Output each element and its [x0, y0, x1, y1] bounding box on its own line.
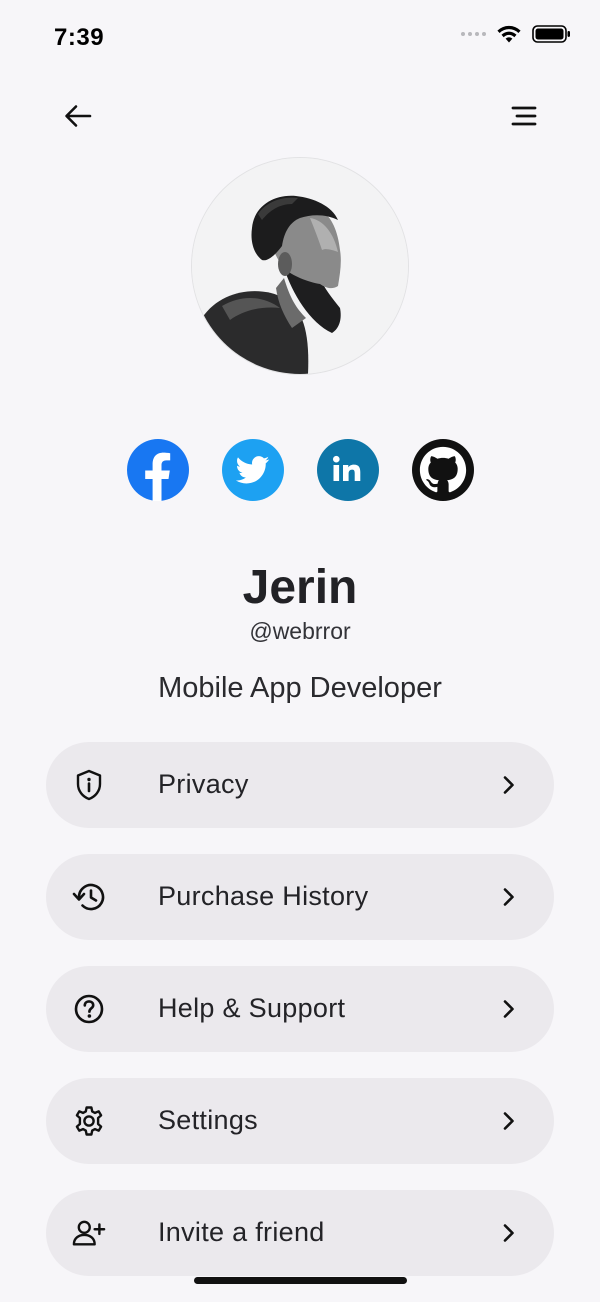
chevron-right-icon	[498, 886, 520, 908]
linkedin-button[interactable]	[316, 439, 379, 501]
chevron-right-icon	[498, 998, 520, 1020]
menu-item-purchase-history[interactable]: Purchase History	[46, 854, 554, 940]
status-bar: 7:39	[0, 0, 600, 76]
facebook-button[interactable]	[126, 439, 189, 501]
back-button[interactable]	[58, 98, 98, 134]
menu-item-privacy[interactable]: Privacy	[46, 742, 554, 828]
menu-item-label: Purchase History	[158, 881, 369, 911]
profile-role: Mobile App Developer	[158, 672, 442, 704]
menu-item-invite-friend[interactable]: Invite a friend	[46, 1190, 554, 1276]
help-circle-icon	[72, 992, 106, 1026]
twitter-icon	[235, 456, 269, 484]
menu-item-label: Settings	[158, 1105, 258, 1135]
add-user-icon	[72, 1216, 106, 1250]
profile-menu: Privacy Purchase History Help & Support	[46, 742, 554, 1302]
signal-dots-icon	[461, 32, 486, 36]
shield-info-icon	[72, 768, 106, 802]
menu-lines-icon	[511, 106, 537, 126]
github-icon	[419, 446, 466, 493]
twitter-button[interactable]	[221, 439, 284, 501]
battery-icon	[532, 25, 570, 43]
wifi-icon	[497, 25, 521, 43]
menu-item-label: Help & Support	[158, 993, 346, 1023]
profile-name: Jerin	[242, 561, 358, 614]
menu-item-label: Privacy	[158, 769, 249, 799]
profile-avatar	[192, 158, 408, 374]
status-time: 7:39	[54, 24, 105, 51]
home-indicator[interactable]	[194, 1277, 407, 1284]
profile-handle: @webrror	[249, 618, 351, 644]
arrow-left-icon	[65, 105, 92, 127]
chevron-right-icon	[498, 1110, 520, 1132]
facebook-icon	[144, 452, 170, 501]
menu-item-settings[interactable]: Settings	[46, 1078, 554, 1164]
chevron-right-icon	[498, 1222, 520, 1244]
menu-item-label: Invite a friend	[158, 1217, 325, 1247]
menu-item-help-support[interactable]: Help & Support	[46, 966, 554, 1052]
linkedin-icon	[332, 455, 360, 481]
history-icon	[72, 880, 106, 914]
chevron-right-icon	[498, 774, 520, 796]
gear-icon	[72, 1104, 106, 1138]
top-bar	[0, 88, 600, 144]
status-icons	[461, 24, 572, 44]
github-button[interactable]	[411, 439, 474, 501]
profile-photo	[192, 158, 408, 374]
menu-button[interactable]	[504, 98, 544, 134]
social-links	[0, 439, 600, 501]
